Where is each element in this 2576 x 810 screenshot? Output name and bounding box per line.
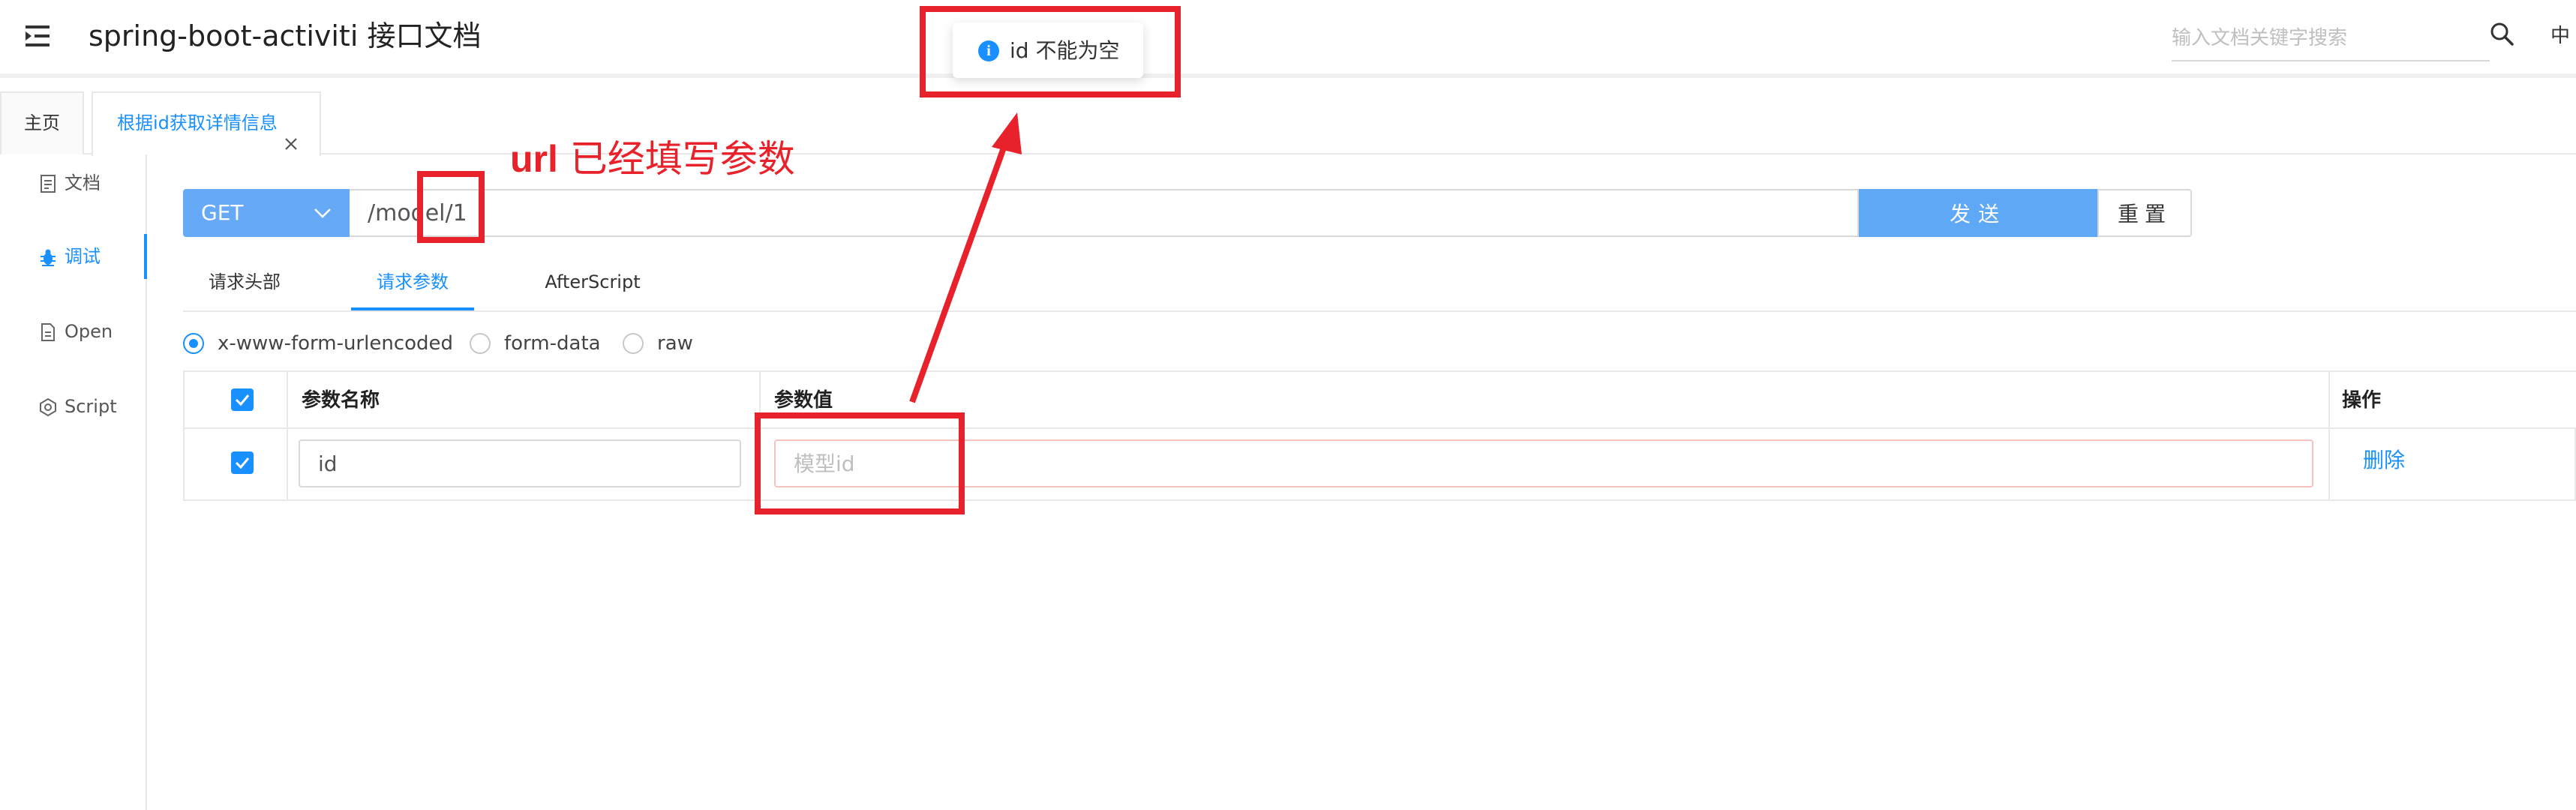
- sidebar-item-script[interactable]: Script: [0, 384, 147, 429]
- sidebar-item-label: 调试: [65, 246, 101, 267]
- url-input[interactable]: [350, 189, 1859, 237]
- file-icon: [39, 322, 57, 342]
- radio-unchecked-icon: [470, 333, 491, 354]
- header-param-name: 参数名称: [302, 389, 380, 412]
- radio-form-data[interactable]: form-data: [470, 327, 605, 360]
- send-button[interactable]: 发送: [1859, 189, 2097, 237]
- param-name-input[interactable]: [299, 440, 741, 488]
- radio-label: raw: [657, 332, 693, 355]
- document-icon: [39, 174, 57, 194]
- param-value-input[interactable]: [774, 440, 2313, 488]
- radio-raw[interactable]: raw: [623, 327, 705, 360]
- sidebar-item-debug[interactable]: 调试: [0, 234, 147, 279]
- app-header: spring-boot-activiti 接口文档 中: [0, 0, 2576, 78]
- table-header: 参数名称 参数值 操作: [185, 372, 2576, 429]
- sidebar-item-docs[interactable]: 文档: [0, 160, 147, 206]
- annotation-text: url 已经填写参数: [510, 137, 795, 181]
- reset-button[interactable]: 重置: [2097, 189, 2192, 237]
- tab-request-params[interactable]: 请求参数: [351, 255, 474, 312]
- column-divider: [2328, 372, 2330, 501]
- menu-fold-icon[interactable]: [21, 21, 54, 51]
- select-all-checkbox[interactable]: [231, 388, 254, 411]
- tab-detail-label: 根据id获取详情信息: [117, 112, 278, 134]
- app-title: spring-boot-activiti 接口文档: [89, 20, 482, 52]
- close-icon[interactable]: [284, 116, 299, 150]
- search-input[interactable]: [2172, 16, 2490, 62]
- radio-unchecked-icon: [623, 333, 644, 354]
- script-icon: [39, 398, 57, 417]
- tab-home-label: 主页: [24, 112, 60, 134]
- radio-checked-icon: [183, 333, 204, 354]
- header-action: 操作: [2342, 389, 2382, 412]
- params-table: 参数名称 参数值 操作 删除: [183, 370, 2576, 501]
- sidebar: 文档 调试 Open Script: [0, 154, 147, 810]
- tab-detail[interactable]: 根据id获取详情信息: [92, 92, 321, 156]
- sidebar-item-label: Open: [65, 321, 113, 342]
- sidebar-item-open[interactable]: Open: [0, 309, 147, 354]
- method-value: GET: [201, 200, 244, 225]
- param-tabs: 请求头部 请求参数 AfterScript: [183, 255, 2576, 312]
- method-select[interactable]: GET: [183, 189, 351, 237]
- tab-after-script[interactable]: AfterScript: [518, 255, 668, 312]
- delete-row-link[interactable]: 删除: [2363, 436, 2405, 484]
- body-type-radio-group: x-www-form-urlencoded form-data raw: [183, 327, 933, 360]
- chevron-down-icon: [312, 206, 333, 220]
- sidebar-item-label: Script: [65, 396, 117, 417]
- active-indicator: [144, 234, 147, 279]
- column-divider: [287, 372, 288, 501]
- language-toggle[interactable]: 中: [2550, 21, 2570, 51]
- sidebar-item-label: 文档: [65, 172, 101, 194]
- annotation-box-value: [755, 412, 965, 514]
- annotation-box-toast: [920, 6, 1181, 98]
- radio-label: form-data: [504, 332, 601, 355]
- active-tab-indicator: [351, 308, 474, 310]
- document-tab-bar: 主页 根据id获取详情信息: [0, 92, 2576, 156]
- search-icon[interactable]: [2489, 21, 2514, 46]
- bug-icon: [39, 248, 57, 267]
- annotation-box-url: [417, 171, 485, 243]
- radio-label: x-www-form-urlencoded: [218, 332, 454, 355]
- tab-home[interactable]: 主页: [0, 92, 84, 154]
- radio-urlencoded[interactable]: x-www-form-urlencoded: [183, 327, 468, 360]
- tab-request-headers[interactable]: 请求头部: [183, 255, 306, 312]
- row-checkbox[interactable]: [231, 452, 254, 474]
